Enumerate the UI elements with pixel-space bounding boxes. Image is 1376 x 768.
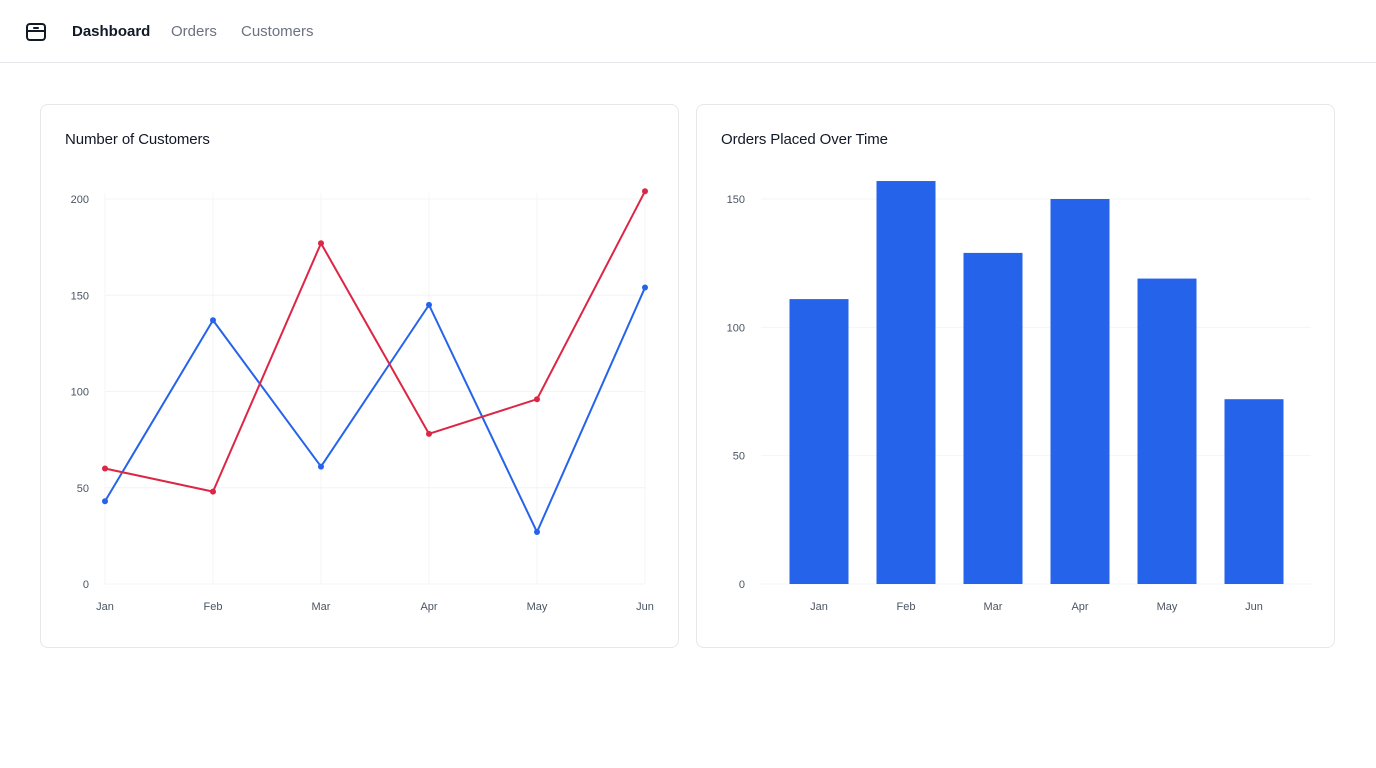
x-tick-label: May — [527, 601, 548, 613]
series-line-1 — [104, 190, 646, 493]
bar — [876, 181, 936, 584]
x-tick-label: Feb — [204, 601, 223, 613]
bar — [1050, 199, 1110, 584]
y-tick-label: 150 — [71, 290, 89, 302]
customers-line-chart: 0 50 100 150 200 Jan Feb Mar Apr May Jun — [71, 188, 654, 613]
x-tick-label: Mar — [312, 601, 331, 613]
x-tick-label: Apr — [420, 601, 437, 613]
x-tick-label: Jun — [636, 601, 654, 613]
data-point — [210, 317, 216, 324]
data-point — [210, 488, 216, 495]
x-tick-label: Jan — [810, 601, 828, 613]
y-tick-label: 100 — [71, 387, 89, 399]
series-line-0 — [104, 287, 646, 534]
y-tick-label: 50 — [77, 483, 89, 495]
y-tick-label: 50 — [733, 451, 745, 463]
y-tick-label: 100 — [727, 322, 745, 334]
data-point — [642, 188, 648, 195]
data-point — [534, 396, 540, 403]
nav-link-orders[interactable]: Orders — [171, 22, 217, 42]
data-point — [318, 240, 324, 247]
y-tick-label: 0 — [83, 579, 89, 591]
data-point — [102, 498, 108, 505]
x-tick-label: Jan — [96, 601, 114, 613]
top-navigation-bar: Dashboard Orders Customers — [0, 0, 1376, 63]
data-point — [102, 465, 108, 472]
x-tick-label: Jun — [1245, 601, 1263, 613]
x-tick-label: Feb — [897, 601, 916, 613]
nav-link-customers[interactable]: Customers — [241, 22, 314, 42]
y-tick-label: 0 — [739, 579, 745, 591]
data-point — [642, 284, 648, 291]
bar — [789, 299, 849, 584]
x-tick-label: Apr — [1071, 601, 1088, 613]
x-tick-label: Mar — [984, 601, 1003, 613]
orders-bar-chart: 0 50 100 150 Jan Feb Mar Apr May Jun — [727, 181, 1311, 613]
y-tick-label: 150 — [727, 194, 745, 206]
bar — [1224, 399, 1284, 584]
data-point — [534, 529, 540, 536]
bar — [963, 252, 1023, 584]
nav-link-dashboard[interactable]: Dashboard — [72, 22, 150, 42]
data-point — [318, 463, 324, 470]
x-tick-label: May — [1157, 601, 1178, 613]
customers-chart-card: Number of Customers 0 50 100 150 200 Jan Feb Ma… — [40, 104, 679, 648]
data-point — [426, 301, 432, 308]
package-icon[interactable] — [24, 20, 48, 44]
bar — [1137, 278, 1197, 584]
y-tick-label: 200 — [71, 194, 89, 206]
data-point — [426, 430, 432, 437]
orders-chart-card: Orders Placed Over Time 0 50 100 150 Jan Feb M… — [696, 104, 1335, 648]
